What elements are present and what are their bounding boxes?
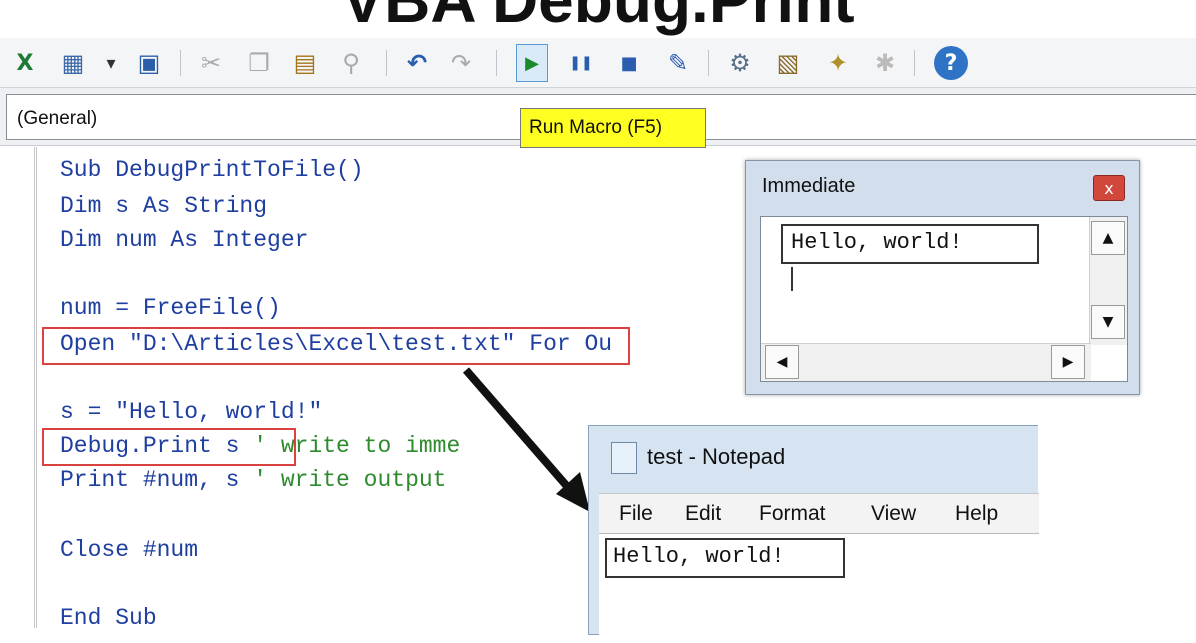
copy-icon[interactable]: ❐ bbox=[244, 46, 274, 80]
scroll-right-icon[interactable]: ▶ bbox=[1051, 345, 1085, 379]
scroll-left-icon[interactable]: ◀ bbox=[765, 345, 799, 379]
code-line: Dim s As String bbox=[60, 193, 268, 219]
immediate-title: Immediate bbox=[762, 175, 856, 197]
redo-icon[interactable]: ↷ bbox=[446, 46, 476, 80]
immediate-output-text: Hello, world! bbox=[781, 224, 1039, 264]
notepad-icon bbox=[611, 442, 637, 474]
notepad-title: test - Notepad bbox=[647, 444, 786, 469]
notepad-menu-bar: File Edit Format View Help bbox=[599, 493, 1039, 533]
code-line: End Sub bbox=[60, 605, 157, 631]
view-excel-icon[interactable]: X bbox=[10, 46, 40, 80]
scroll-up-icon[interactable]: ▲ bbox=[1091, 221, 1125, 255]
help-icon[interactable]: ? bbox=[934, 46, 968, 80]
insert-userform-icon[interactable]: ▦ bbox=[58, 46, 88, 80]
undo-icon[interactable]: ↶ bbox=[402, 46, 432, 80]
scroll-down-icon[interactable]: ▼ bbox=[1091, 305, 1125, 339]
save-icon[interactable]: ▣ bbox=[134, 46, 164, 80]
page-title: VBA Debug.Print bbox=[341, 0, 855, 36]
vertical-scrollbar[interactable]: ▲ ▼ bbox=[1089, 217, 1127, 345]
code-line: Close #num bbox=[60, 537, 199, 563]
toolbox-icon[interactable]: ✱ bbox=[870, 46, 900, 80]
design-mode-icon[interactable]: ✎ bbox=[662, 46, 694, 80]
menu-format[interactable]: Format bbox=[759, 502, 826, 526]
close-icon[interactable]: x bbox=[1093, 175, 1125, 201]
margin-indicator-bar[interactable] bbox=[0, 147, 37, 628]
code-line: s = "Hello, world!" bbox=[60, 399, 323, 425]
break-icon[interactable]: ❚❚ bbox=[566, 46, 596, 80]
notepad-window[interactable]: test - Notepad File Edit Format View Hel… bbox=[588, 425, 1039, 643]
immediate-window[interactable]: Immediate x Hello, world! ▲ ▼ ◀ ▶ bbox=[745, 160, 1140, 395]
notepad-text-area[interactable]: Hello, world! bbox=[599, 533, 1039, 643]
menu-help[interactable]: Help bbox=[955, 502, 998, 526]
horizontal-scrollbar[interactable]: ◀ ▶ bbox=[761, 343, 1091, 381]
cut-icon[interactable]: ✂ bbox=[196, 46, 226, 80]
project-explorer-icon[interactable]: ⚙ bbox=[724, 46, 756, 80]
standard-toolbar: X ▦ ▾ ▣ ✂ ❐ ▤ ⚲ ↶ ↷ ▶ ❚❚ ■ ✎ ⚙ ▧ ✦ ✱ ? bbox=[0, 38, 1196, 88]
dropdown-arrow-icon[interactable]: ▾ bbox=[100, 46, 122, 80]
immediate-output[interactable]: Hello, world! ▲ ▼ ◀ ▶ bbox=[760, 216, 1128, 382]
menu-view[interactable]: View bbox=[871, 502, 916, 526]
find-icon[interactable]: ⚲ bbox=[336, 46, 366, 80]
code-line: Dim num As Integer bbox=[60, 227, 309, 253]
menu-file[interactable]: File bbox=[619, 502, 653, 526]
code-line: num = FreeFile() bbox=[60, 295, 281, 321]
run-macro-button[interactable]: ▶ bbox=[516, 44, 548, 82]
run-macro-tooltip: Run Macro (F5) bbox=[520, 108, 706, 148]
code-line: Print #num, s ' write output bbox=[60, 467, 447, 493]
code-line: Sub DebugPrintToFile() bbox=[60, 157, 364, 183]
menu-edit[interactable]: Edit bbox=[685, 502, 721, 526]
reset-icon[interactable]: ■ bbox=[614, 46, 644, 80]
properties-window-icon[interactable]: ▧ bbox=[772, 46, 804, 80]
open-statement-highlight bbox=[42, 327, 630, 365]
object-combo-value: (General) bbox=[17, 108, 98, 129]
object-browser-icon[interactable]: ✦ bbox=[822, 46, 854, 80]
paste-icon[interactable]: ▤ bbox=[290, 46, 320, 80]
text-caret bbox=[791, 267, 793, 291]
notepad-content: Hello, world! bbox=[605, 538, 845, 578]
debug-print-highlight bbox=[42, 428, 296, 466]
